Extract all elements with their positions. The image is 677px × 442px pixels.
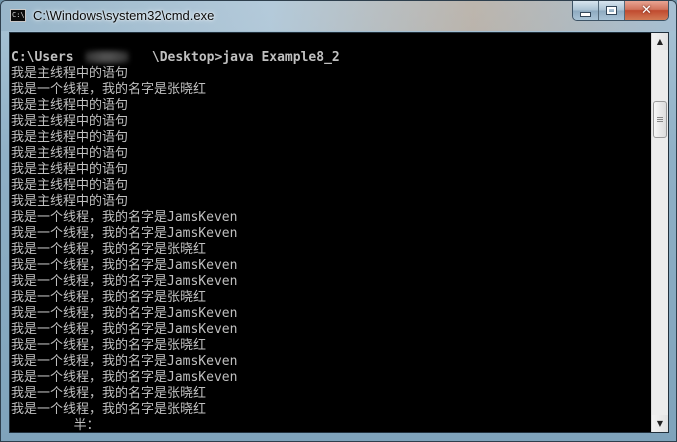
thumb-grip-line (657, 117, 663, 118)
title-bar[interactable]: C:\ C:\Windows\system32\cmd.exe ✕ (1, 1, 676, 31)
thumb-grip-line (657, 121, 663, 122)
caption-buttons: ✕ (572, 1, 669, 21)
maximize-icon (606, 6, 617, 15)
console-output-line: 我是主线程中的语句 (11, 114, 129, 129)
console-output-line: 我是一个线程，我的名字是张晓红 (11, 82, 207, 97)
console-output-line: 我是一个线程，我的名字是JamsKeven (11, 226, 238, 241)
console-output-line: 我是一个线程，我的名字是张晓红 (11, 386, 207, 401)
console-output-line: 我是主线程中的语句 (11, 162, 129, 177)
console-output-line: 我是主线程中的语句 (11, 130, 129, 145)
console-output-line: 我是一个线程，我的名字是JamsKeven (11, 370, 238, 385)
console-output-line: 我是主线程中的语句 (11, 178, 129, 193)
scroll-down-button[interactable]: ▼ (652, 415, 668, 432)
console-output-line: 半： (11, 418, 100, 432)
console-output-line: 我是一个线程，我的名字是张晓红 (11, 242, 207, 257)
up-arrow-icon: ▲ (656, 37, 664, 46)
redacted-username (85, 50, 129, 64)
console-output-line: 我是主线程中的语句 (11, 66, 129, 81)
console-output-line: 我是一个线程，我的名字是JamsKeven (11, 306, 238, 321)
console-output-line: 我是主线程中的语句 (11, 146, 129, 161)
maximize-button[interactable] (599, 1, 625, 20)
window-title: C:\Windows\system32\cmd.exe (33, 8, 215, 23)
console-output-line: 我是主线程中的语句 (11, 98, 129, 113)
console-output-line: 我是一个线程，我的名字是JamsKeven (11, 258, 238, 273)
console-output-line: 我是一个线程，我的名字是张晓红 (11, 338, 207, 353)
down-arrow-icon: ▼ (656, 419, 664, 428)
close-icon: ✕ (641, 3, 652, 18)
vertical-scrollbar[interactable]: ▲ ▼ (651, 33, 668, 432)
minimize-button[interactable] (573, 1, 599, 20)
console-output-line: 我是一个线程，我的名字是JamsKeven (11, 354, 238, 369)
console-output-line: 我是一个线程，我的名字是张晓红 (11, 402, 207, 417)
console-client-area: C:\Users \Desktop>java Example8_2 我是主线程中的… (9, 32, 669, 433)
cmd-icon[interactable]: C:\ (10, 9, 26, 22)
cmd-window: C:\ C:\Windows\system32\cmd.exe ✕ C:\Use… (0, 0, 677, 442)
console-output-line: 我是一个线程，我的名字是JamsKeven (11, 210, 238, 225)
console-output-line: 我是一个线程，我的名字是JamsKeven (11, 322, 238, 337)
console-output[interactable]: C:\Users \Desktop>java Example8_2 我是主线程中的… (10, 33, 651, 432)
console-output-line: 我是主线程中的语句 (11, 194, 129, 209)
console-output-line: 我是一个线程，我的名字是JamsKeven (11, 274, 238, 289)
command-prompt-line: C:\Users \Desktop>java Example8_2 (11, 50, 340, 65)
scroll-up-button[interactable]: ▲ (652, 33, 668, 50)
thumb-grip-line (657, 119, 663, 120)
scroll-thumb[interactable] (653, 101, 667, 138)
console-output-line: 我是一个线程，我的名字是张晓红 (11, 290, 207, 305)
minimize-icon (580, 11, 591, 17)
close-button[interactable]: ✕ (625, 1, 668, 20)
